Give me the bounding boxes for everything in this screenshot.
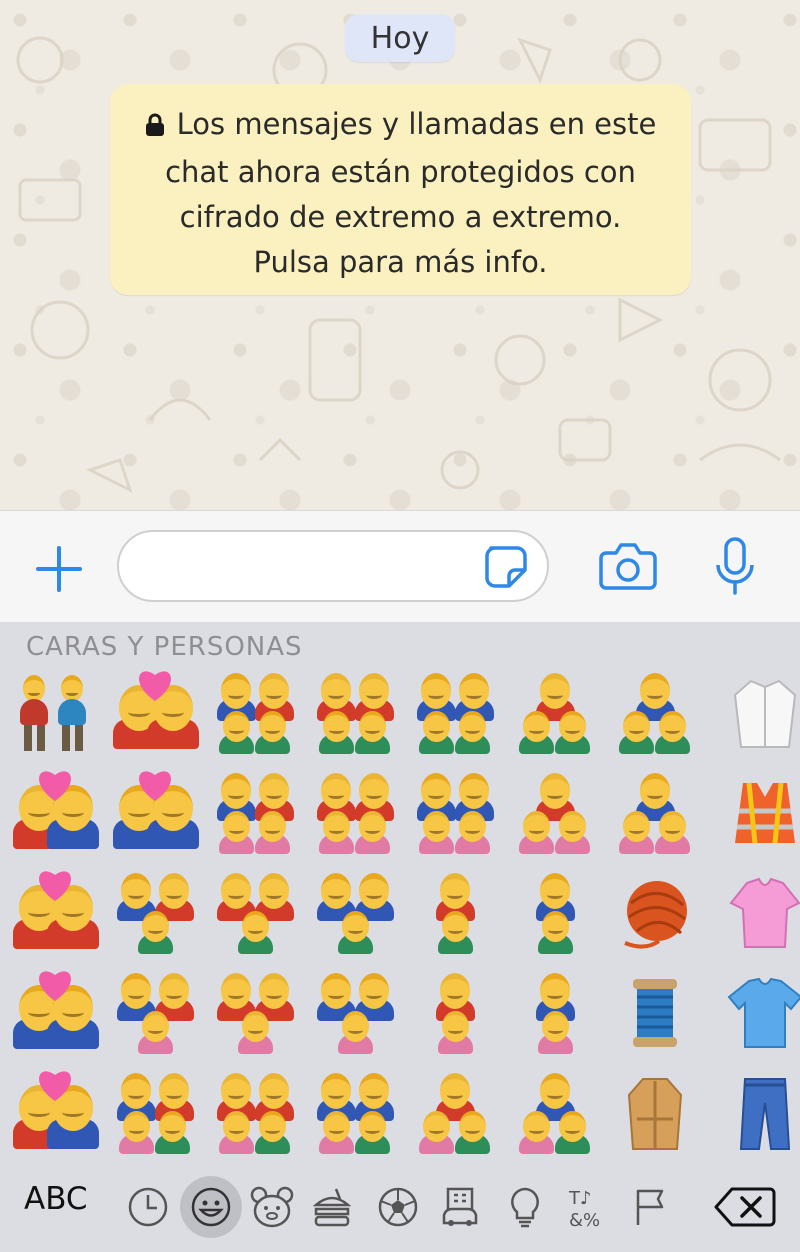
emoji-family-woman-woman-girl-girl[interactable] xyxy=(310,768,400,858)
encryption-line-2: chat ahora están protegidos con xyxy=(165,155,636,189)
emoji-couple-with-heart-man-man[interactable] xyxy=(110,768,200,858)
backspace-icon[interactable] xyxy=(712,1179,778,1235)
food-icon[interactable] xyxy=(304,1179,360,1235)
emoji-family-woman-boy[interactable] xyxy=(410,868,500,958)
emoji-family-man-boy-boy[interactable] xyxy=(610,668,700,758)
message-input-bar xyxy=(0,510,800,623)
flag-icon[interactable] xyxy=(622,1179,678,1235)
emoji-family-man-girl[interactable] xyxy=(510,968,600,1058)
sports-ball-icon[interactable] xyxy=(370,1179,426,1235)
emoji-family-man-girl-girl[interactable] xyxy=(610,768,700,858)
camera-icon[interactable] xyxy=(598,539,658,597)
emoji-couple-with-heart-woman-woman[interactable] xyxy=(10,868,100,958)
emoji-family-woman-boy-boy[interactable] xyxy=(510,668,600,758)
emoji-couple-with-heart-woman-man[interactable] xyxy=(10,768,100,858)
emoji-couple-with-heart-man-man-2[interactable] xyxy=(10,968,100,1058)
emoji-family-woman-woman-girl-boy[interactable] xyxy=(210,1068,300,1158)
sticker-icon[interactable] xyxy=(483,544,529,594)
smiley-icon[interactable] xyxy=(180,1176,242,1238)
emoji-family-man-woman-boy-boy[interactable] xyxy=(210,668,300,758)
abc-key[interactable]: ABC xyxy=(24,1181,88,1217)
message-input[interactable] xyxy=(117,530,549,602)
emoji-family-man-man-boy-boy[interactable] xyxy=(410,668,500,758)
emoji-safety-vest[interactable] xyxy=(720,768,800,858)
encryption-line-1: Los mensajes y llamadas en este xyxy=(130,102,671,150)
keyboard-toolbar: ABC T♪ &% xyxy=(0,1167,800,1252)
emoji-grid xyxy=(10,668,800,1173)
microphone-icon[interactable] xyxy=(712,535,758,603)
emoji-family-man-man-girl[interactable] xyxy=(310,968,400,1058)
emoji-family-man-woman-girl[interactable] xyxy=(110,968,200,1058)
emoji-kiss-man-woman[interactable] xyxy=(10,1068,100,1158)
svg-text:&%: &% xyxy=(569,1210,600,1230)
symbols-icon[interactable]: T♪ &% xyxy=(560,1179,616,1235)
emoji-family-woman-girl-boy[interactable] xyxy=(410,1068,500,1158)
emoji-family-man-woman-boy[interactable] xyxy=(110,868,200,958)
emoji-blouse[interactable] xyxy=(720,868,800,958)
emoji-family-man-boy[interactable] xyxy=(510,868,600,958)
encryption-line-4: Pulsa para más info. xyxy=(253,245,548,279)
emoji-couple-men-holding-hands[interactable] xyxy=(10,668,100,758)
recent-clock-icon[interactable] xyxy=(120,1179,176,1235)
emoji-lab-coat[interactable] xyxy=(720,668,800,758)
emoji-yarn[interactable] xyxy=(610,868,700,958)
emoji-family-man-man-girl-girl[interactable] xyxy=(410,768,500,858)
plus-icon[interactable] xyxy=(34,544,84,598)
emoji-keyboard: CARAS Y PERSONAS ABC T♪ &% xyxy=(0,622,800,1252)
emoji-thread[interactable] xyxy=(610,968,700,1058)
encryption-line-3: cifrado de extremo a extremo. xyxy=(179,200,622,234)
chat-background: Hoy Los mensajes y llamadas en este chat… xyxy=(0,0,800,510)
emoji-family-woman-woman-boy[interactable] xyxy=(210,868,300,958)
emoji-coat[interactable] xyxy=(610,1068,700,1158)
lock-icon xyxy=(145,105,165,150)
emoji-jeans[interactable] xyxy=(720,1068,800,1158)
emoji-family-man-man-boy[interactable] xyxy=(310,868,400,958)
emoji-t-shirt[interactable] xyxy=(720,968,800,1058)
emoji-kiss-women[interactable] xyxy=(110,668,200,758)
date-separator: Hoy xyxy=(345,14,455,62)
svg-text:T♪: T♪ xyxy=(568,1188,591,1209)
emoji-family-man-woman-girl-girl[interactable] xyxy=(210,768,300,858)
animal-icon[interactable] xyxy=(244,1179,300,1235)
emoji-section-title: CARAS Y PERSONAS xyxy=(26,632,303,662)
encryption-notice[interactable]: Los mensajes y llamadas en este chat aho… xyxy=(110,84,691,295)
emoji-family-man-woman-girl-boy[interactable] xyxy=(110,1068,200,1158)
emoji-family-woman-girl-girl[interactable] xyxy=(510,768,600,858)
date-label: Hoy xyxy=(370,20,430,56)
travel-icon[interactable] xyxy=(432,1179,488,1235)
emoji-family-woman-woman-boy-boy[interactable] xyxy=(310,668,400,758)
objects-bulb-icon[interactable] xyxy=(497,1179,553,1235)
emoji-family-woman-girl[interactable] xyxy=(410,968,500,1058)
emoji-family-man-man-girl-boy[interactable] xyxy=(310,1068,400,1158)
emoji-family-man-girl-boy[interactable] xyxy=(510,1068,600,1158)
emoji-family-woman-woman-girl[interactable] xyxy=(210,968,300,1058)
